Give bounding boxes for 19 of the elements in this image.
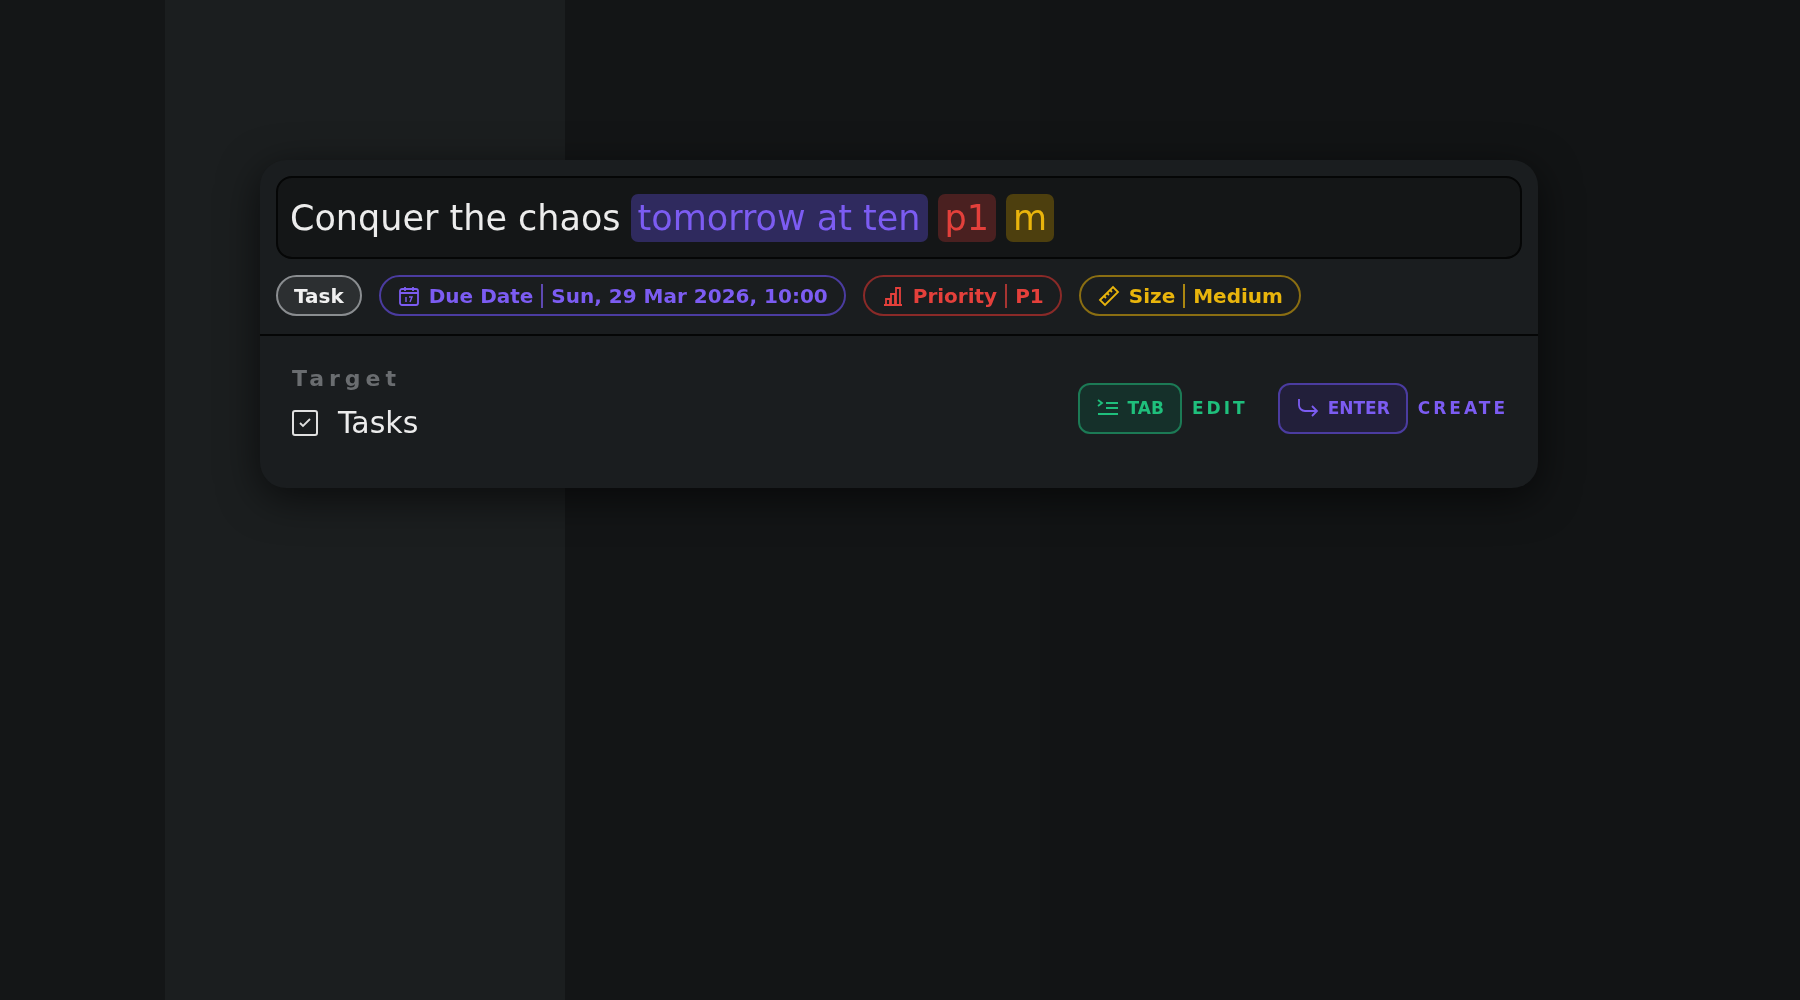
action-label: EDIT xyxy=(1191,398,1248,418)
type-chip[interactable]: Task xyxy=(276,275,362,316)
task-input-field[interactable]: Conquer the chaos tomorrow at ten p1 m xyxy=(276,176,1522,259)
parsed-token: tomorrow at ten xyxy=(630,193,928,242)
parsed-token: m xyxy=(1006,193,1055,242)
parsed-token: p1 xyxy=(937,193,997,242)
checkbox[interactable] xyxy=(292,409,318,436)
target-label: Tasks xyxy=(338,405,419,440)
shortcut-key-button[interactable]: ENTER xyxy=(1277,382,1408,434)
action-label: CREATE xyxy=(1417,398,1508,418)
property-chip[interactable]: Size Medium xyxy=(1078,275,1301,316)
property-chip[interactable]: Due Date Sun, 29 Mar 2026, 10:00 xyxy=(378,275,846,316)
return-arrow-icon xyxy=(1295,397,1320,419)
input-text: Conquer the chaos xyxy=(290,197,621,238)
check-icon xyxy=(298,415,312,430)
target-heading: Target xyxy=(292,366,403,391)
property-chip[interactable]: Priority P1 xyxy=(862,275,1062,316)
shortcut-key-button[interactable]: TAB xyxy=(1077,382,1182,434)
ruler-icon xyxy=(1096,283,1121,308)
